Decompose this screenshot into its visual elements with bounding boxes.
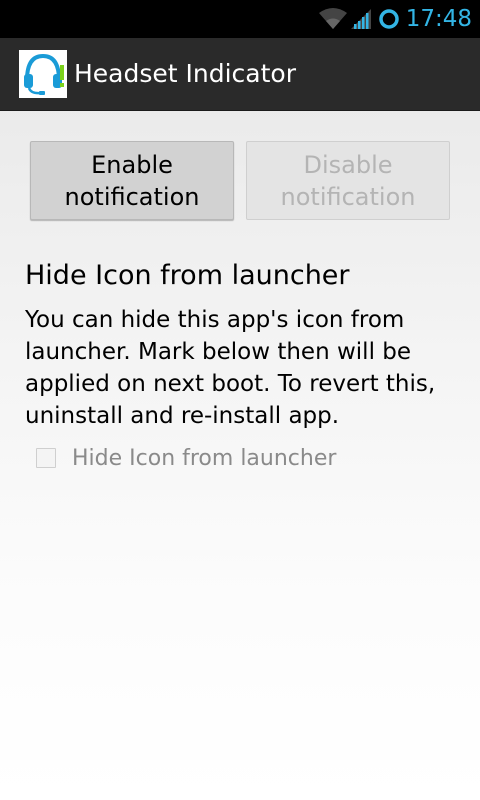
wifi-icon: [318, 7, 348, 31]
enable-button-line1: Enable: [91, 150, 173, 179]
hide-icon-description: You can hide this app's icon from launch…: [25, 307, 436, 429]
hide-icon-checkbox[interactable]: [36, 448, 56, 468]
hide-icon-checkbox-label[interactable]: Hide Icon from launcher: [72, 446, 336, 471]
hide-icon-heading: Hide Icon from launcher: [25, 260, 350, 291]
enable-notification-button[interactable]: Enable notification: [30, 141, 234, 220]
status-bar: 17:48: [0, 0, 480, 38]
disable-notification-button[interactable]: Disable notification: [246, 141, 450, 220]
signal-icon: [350, 7, 372, 31]
headset-icon[interactable]: [19, 50, 67, 98]
enable-button-line2: notification: [64, 182, 200, 211]
status-icons: 17:48: [318, 0, 472, 38]
clock: 17:48: [405, 6, 472, 32]
disable-button-line1: Disable: [303, 150, 393, 179]
action-bar: Headset Indicator: [0, 38, 480, 111]
sync-icon: [378, 8, 400, 30]
app-title: Headset Indicator: [74, 59, 296, 88]
disable-button-line2: notification: [280, 182, 416, 211]
hide-icon-checkbox-row[interactable]: Hide Icon from launcher: [36, 442, 336, 474]
